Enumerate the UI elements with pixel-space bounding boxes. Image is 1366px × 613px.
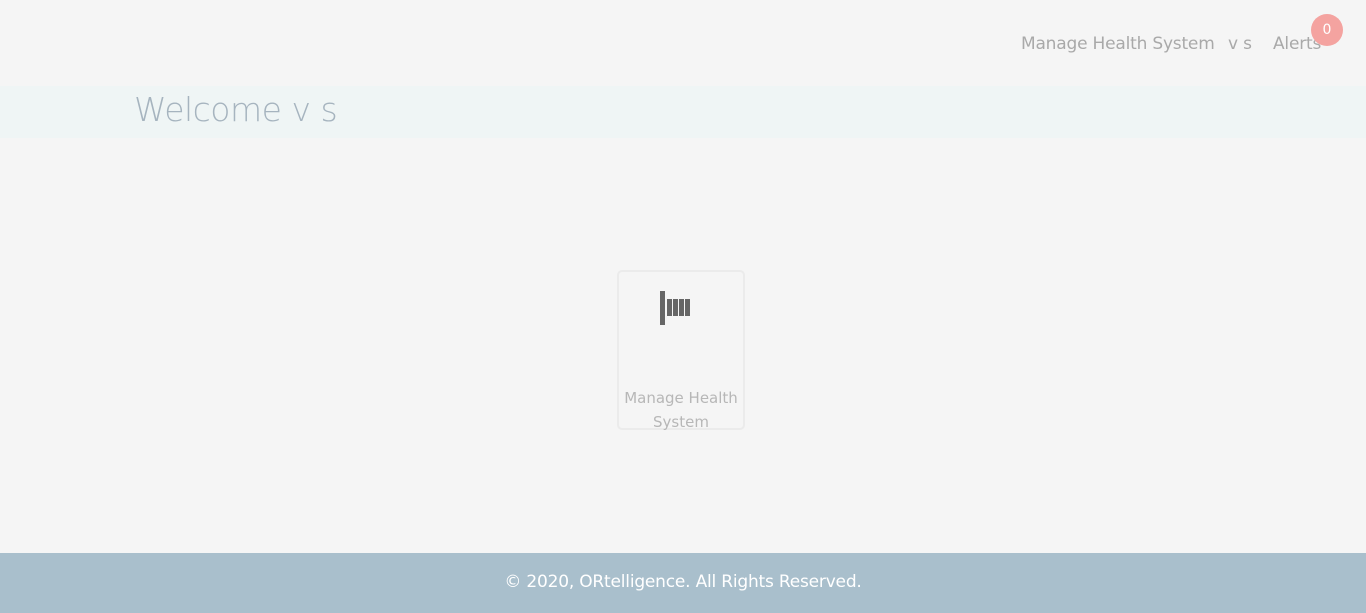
top-navigation: Manage Health System v s Alerts 0 — [0, 0, 1366, 86]
nav-user-menu[interactable]: v s — [1228, 34, 1252, 54]
tile-label: Manage Health System — [624, 389, 738, 431]
footer: © 2020, ORtelligence. All Rights Reserve… — [0, 553, 1366, 613]
page: Manage Health System v s Alerts 0 Welcom… — [0, 0, 1366, 613]
nav-manage-health-system-link[interactable]: Manage Health System — [1021, 34, 1215, 54]
welcome-heading: Welcome v s — [134, 90, 338, 129]
building-icon — [660, 291, 690, 325]
welcome-banner: Welcome v s — [0, 86, 1366, 138]
manage-health-system-tile[interactable]: Manage Health System — [617, 270, 745, 431]
alerts-count-badge[interactable]: 0 — [1311, 14, 1343, 46]
footer-copyright: © 2020, ORtelligence. All Rights Reserve… — [504, 572, 862, 592]
